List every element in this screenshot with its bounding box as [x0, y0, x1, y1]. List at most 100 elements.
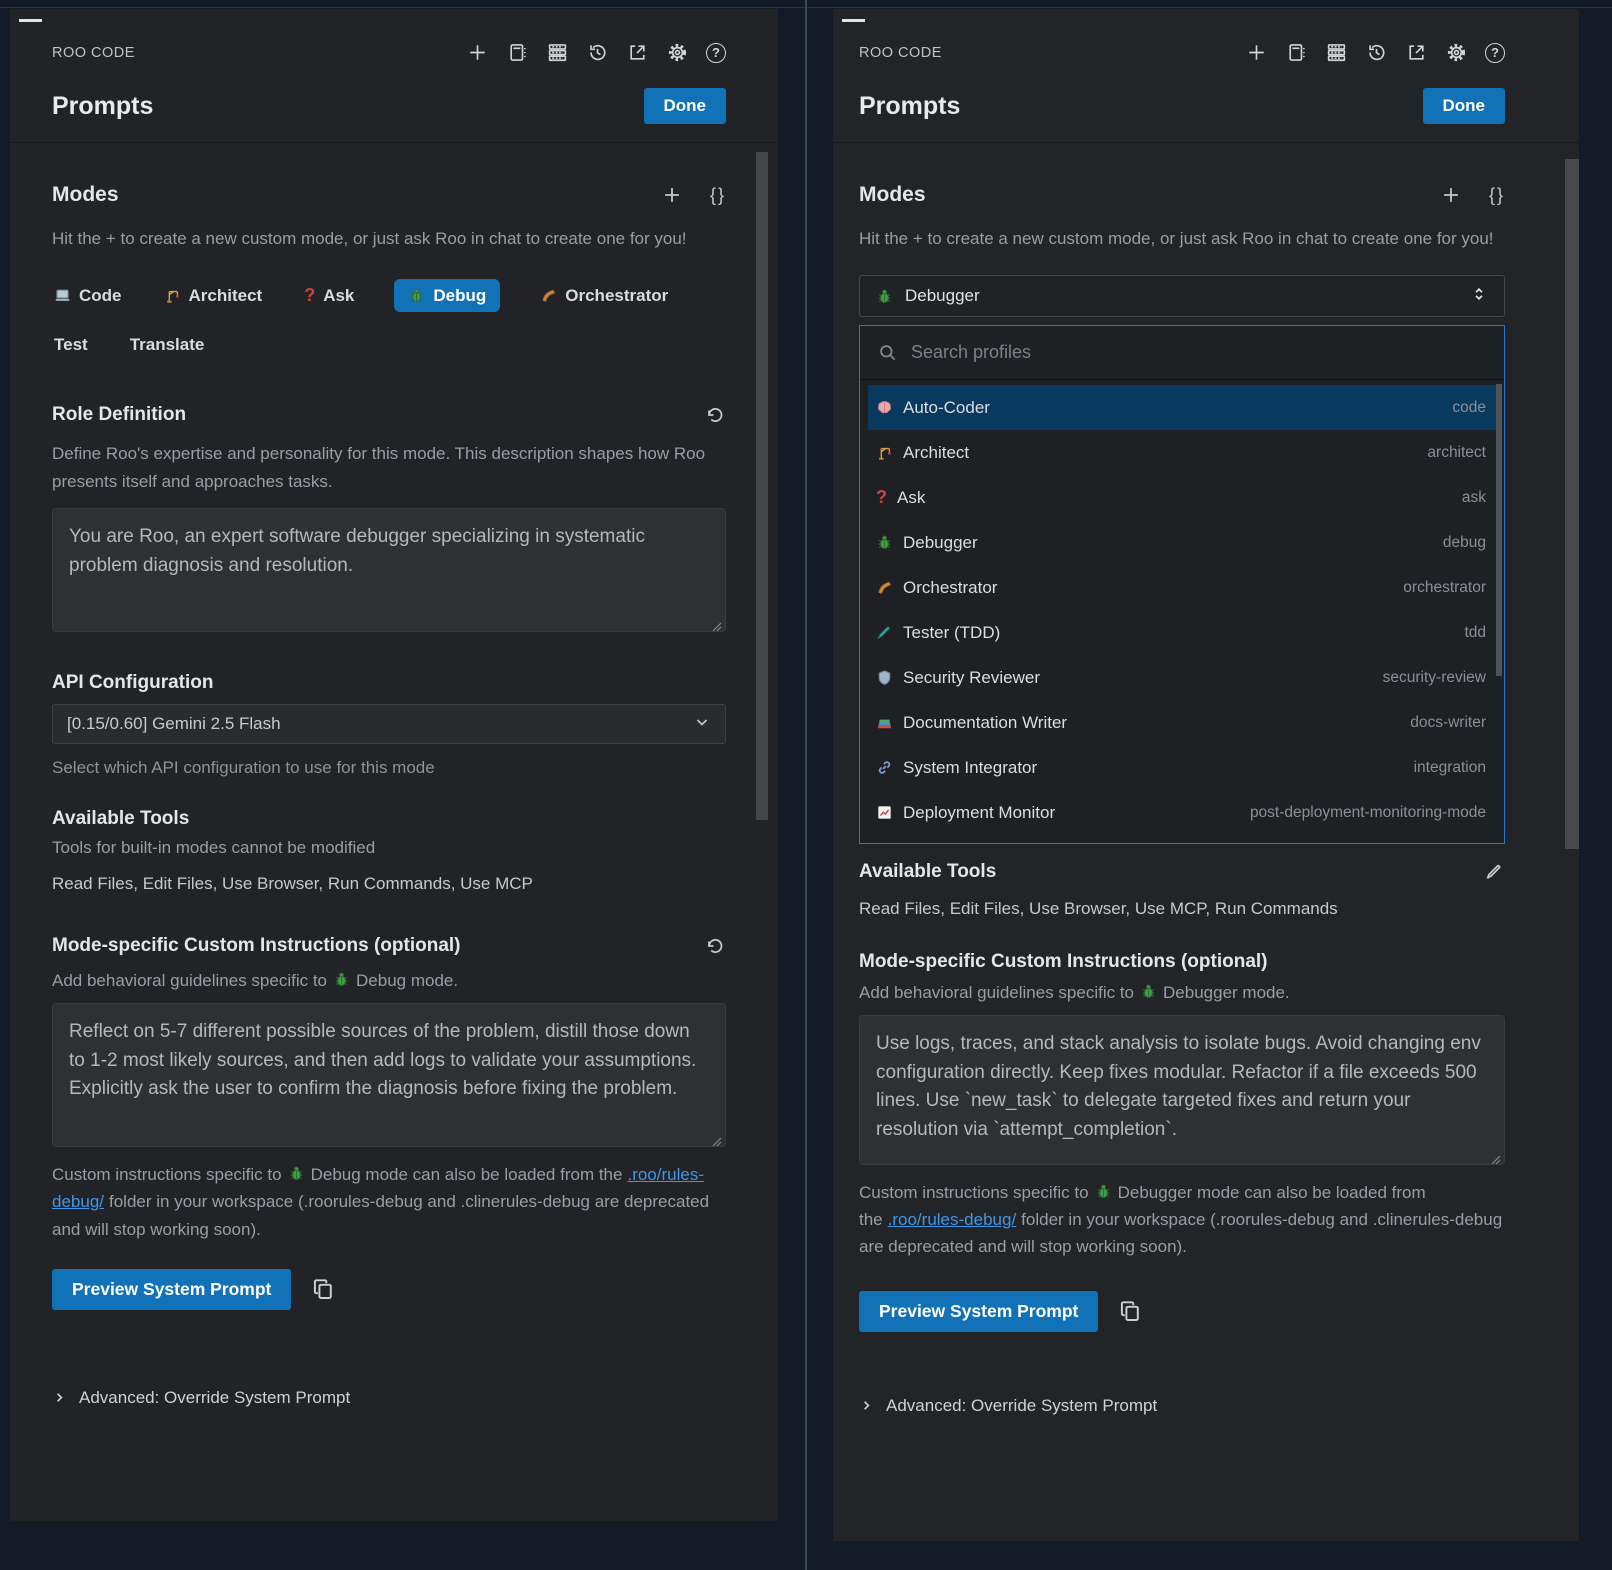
pen-icon [876, 624, 893, 641]
link-icon [876, 759, 893, 776]
header-divider [833, 142, 1579, 143]
chevron-down-icon [693, 713, 711, 736]
edit-pencil-icon[interactable] [1482, 860, 1505, 883]
brain-icon [876, 399, 893, 416]
advanced-override-toggle[interactable]: Advanced: Override System Prompt [859, 1396, 1505, 1416]
mode-chip-test[interactable]: Test [52, 329, 90, 361]
profile-option-tester[interactable]: Tester (TDD)tdd [868, 610, 1496, 655]
resize-handle-icon[interactable] [711, 1132, 722, 1143]
add-mode-icon[interactable] [1440, 184, 1463, 207]
page-title: Prompts [52, 92, 153, 121]
mode-chip-ask[interactable]: ?Ask [302, 279, 356, 312]
bug-icon [1095, 1181, 1112, 1198]
scrollbar-thumb[interactable] [1565, 159, 1579, 849]
bug-icon [1140, 983, 1157, 1000]
profile-option-security-reviewer[interactable]: Security Reviewersecurity-review [868, 655, 1496, 700]
profile-option-deployment-monitor[interactable]: Deployment Monitorpost-deployment-monito… [868, 790, 1496, 835]
bug-icon [408, 287, 425, 304]
shield-icon [876, 669, 893, 686]
settings-gear-icon[interactable] [1445, 41, 1468, 64]
reset-icon[interactable] [703, 934, 726, 957]
copy-icon[interactable] [311, 1277, 335, 1301]
bug-icon [876, 534, 893, 551]
plus-icon[interactable] [1245, 41, 1268, 64]
advanced-override-toggle[interactable]: Advanced: Override System Prompt [52, 1388, 726, 1408]
page-title: Prompts [859, 92, 960, 121]
profile-option-system-integrator[interactable]: System Integratorintegration [868, 745, 1496, 790]
profile-dropdown: Auto-Codercode Architectarchitect ?Askas… [859, 325, 1505, 844]
history-icon[interactable] [1365, 41, 1388, 64]
done-button[interactable]: Done [1423, 88, 1506, 124]
resize-handle-icon[interactable] [1490, 1150, 1501, 1161]
custom-instructions-textarea[interactable]: Use logs, traces, and stack analysis to … [859, 1015, 1505, 1165]
profile-search-row [860, 326, 1504, 380]
role-definition-description: Define Roo's expertise and personality f… [52, 440, 726, 496]
modes-description: Hit the + to create a new custom mode, o… [52, 225, 726, 253]
mode-chip-translate[interactable]: Translate [128, 329, 207, 361]
resize-handle-icon[interactable] [711, 617, 722, 628]
open-external-icon[interactable] [626, 41, 649, 64]
header-toolbar: ? [1245, 41, 1505, 64]
app-title: ROO CODE [52, 45, 135, 61]
help-icon[interactable]: ? [1485, 43, 1505, 63]
custom-instructions-textarea[interactable]: Reflect on 5-7 different possible source… [52, 1003, 726, 1147]
copy-icon[interactable] [1118, 1299, 1142, 1323]
active-tab-indicator [842, 19, 865, 22]
scrollbar-thumb[interactable] [756, 152, 768, 820]
modes-title: Modes [52, 183, 119, 207]
search-input[interactable] [911, 342, 1486, 363]
profile-option-documentation-writer[interactable]: Documentation Writerdocs-writer [868, 700, 1496, 745]
mode-chip-architect[interactable]: Architect [162, 279, 265, 312]
profile-option-ask[interactable]: ?Askask [868, 475, 1496, 520]
edit-json-icon[interactable]: {} [1489, 185, 1505, 206]
custom-instructions-title: Mode-specific Custom Instructions (optio… [859, 951, 1505, 973]
server-icon[interactable] [1325, 41, 1348, 64]
api-configuration-select[interactable]: [0.15/0.60] Gemini 2.5 Flash [52, 704, 726, 744]
profile-option-orchestrator[interactable]: Orchestratororchestrator [868, 565, 1496, 610]
custom-instructions-guideline: Add behavioral guidelines specific toDeb… [859, 983, 1505, 1003]
chevron-right-icon [52, 1390, 67, 1405]
edit-json-icon[interactable]: {} [710, 185, 726, 206]
mode-chip-code[interactable]: Code [52, 279, 124, 312]
help-icon[interactable]: ? [706, 43, 726, 63]
preview-system-prompt-button[interactable]: Preview System Prompt [52, 1269, 291, 1310]
app-title: ROO CODE [859, 45, 942, 61]
rules-folder-link[interactable]: .roo/rules-debug/ [888, 1210, 1017, 1229]
boomerang-icon [876, 579, 893, 596]
settings-gear-icon[interactable] [666, 41, 689, 64]
question-mark-icon: ? [304, 285, 315, 306]
dropdown-scrollbar-thumb[interactable] [1496, 384, 1502, 676]
plus-icon[interactable] [466, 41, 489, 64]
active-tab-indicator [19, 19, 42, 22]
crane-icon [876, 444, 893, 461]
open-external-icon[interactable] [1405, 41, 1428, 64]
notepad-icon[interactable] [506, 41, 529, 64]
custom-instructions-footnote: Custom instructions specific toDebugger … [859, 1179, 1505, 1261]
role-definition-textarea[interactable]: You are Roo, an expert software debugger… [52, 508, 726, 632]
preview-system-prompt-button[interactable]: Preview System Prompt [859, 1291, 1098, 1332]
profile-option-debugger[interactable]: Debuggerdebug [868, 520, 1496, 565]
api-configuration-title: API Configuration [52, 672, 726, 694]
reset-icon[interactable] [703, 403, 726, 426]
updown-chevron-icon [1470, 285, 1488, 308]
mode-chip-debug[interactable]: Debug [394, 279, 500, 312]
profile-option-architect[interactable]: Architectarchitect [868, 430, 1496, 475]
mode-chip-list: Code Architect ?Ask Debug Orchestrator T… [52, 279, 712, 361]
laptop-icon [54, 287, 71, 304]
available-tools-title: Available Tools [52, 808, 726, 830]
mode-chip-orchestrator[interactable]: Orchestrator [538, 279, 670, 312]
custom-instructions-guideline: Add behavioral guidelines specific toDeb… [52, 971, 726, 991]
modes-description: Hit the + to create a new custom mode, o… [859, 225, 1505, 253]
history-icon[interactable] [586, 41, 609, 64]
add-mode-icon[interactable] [661, 184, 684, 207]
custom-instructions-footnote: Custom instructions specific toDebug mod… [52, 1161, 712, 1243]
role-definition-title: Role Definition [52, 404, 186, 426]
mode-select[interactable]: Debugger [859, 275, 1505, 317]
available-tools-note: Tools for built-in modes cannot be modif… [52, 838, 726, 858]
workspace: ROO CODE ? Prompts Done Modes {} [0, 0, 1612, 1570]
profile-option-auto-coder[interactable]: Auto-Codercode [868, 385, 1496, 430]
notepad-icon[interactable] [1285, 41, 1308, 64]
done-button[interactable]: Done [644, 88, 727, 124]
server-icon[interactable] [546, 41, 569, 64]
books-icon [876, 714, 893, 731]
